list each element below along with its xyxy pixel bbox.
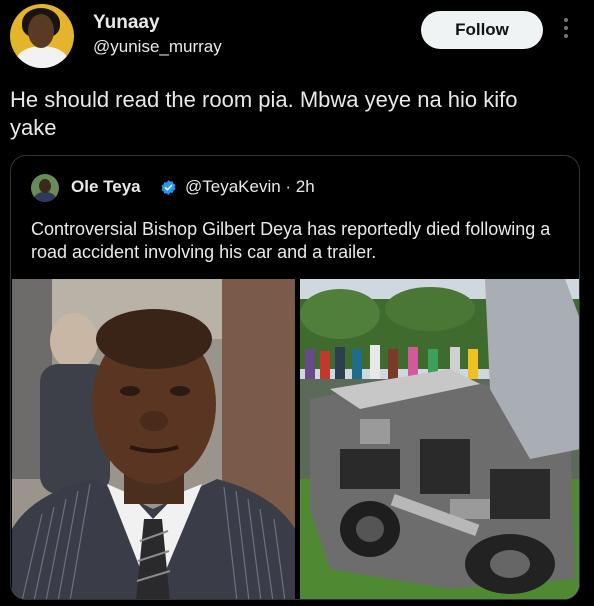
follow-button[interactable]: Follow — [421, 11, 543, 49]
quoted-post[interactable]: Ole Teya @TeyaKevin · 2h Controversial B… — [10, 155, 580, 600]
quoted-post-text: Controversial Bishop Gilbert Deya has re… — [31, 219, 551, 262]
author-handle[interactable]: @yunise_murray — [93, 37, 222, 57]
quoted-author-name[interactable]: Ole Teya — [71, 177, 141, 197]
author-name[interactable]: Yunaay — [93, 12, 160, 34]
avatar-shirt — [16, 46, 68, 68]
author-avatar[interactable] — [10, 4, 74, 68]
avatar-face — [28, 14, 54, 48]
bishop-portrait-photo[interactable] — [12, 279, 295, 599]
wreck-illustration — [300, 279, 579, 599]
post-text: He should read the room pia. Mbwa yeye n… — [10, 87, 518, 140]
quoted-author-avatar[interactable] — [31, 174, 59, 202]
more-dots-icon[interactable] — [562, 18, 570, 42]
verified-badge-icon — [161, 180, 176, 195]
car-wreck-photo[interactable] — [300, 279, 579, 599]
quoted-author-handle[interactable]: @TeyaKevin · 2h — [185, 177, 315, 197]
portrait-illustration — [12, 279, 295, 599]
